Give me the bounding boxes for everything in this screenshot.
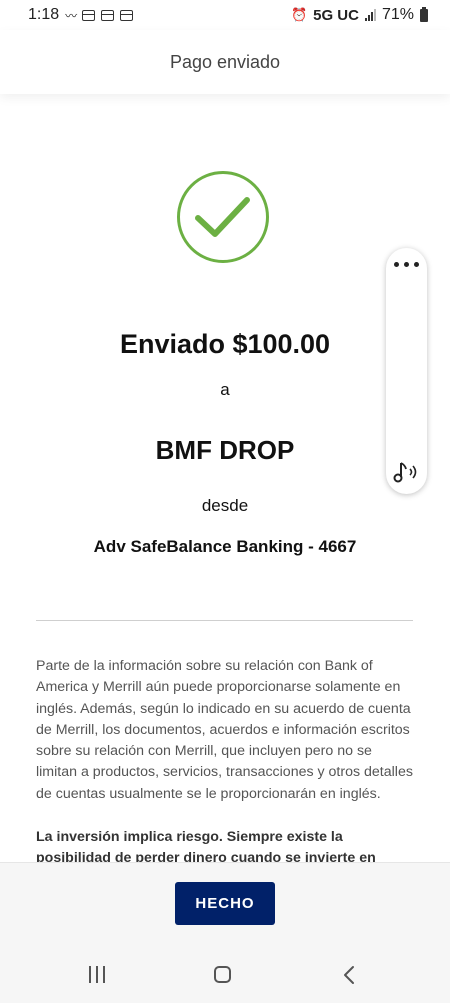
success-check-icon	[177, 171, 269, 263]
investment-risk-notice: La inversión implica riesgo. Siempre exi…	[36, 829, 376, 862]
page-title: Pago enviado	[169, 51, 281, 72]
source-account: Adv SafeBalance Banking - 4667	[93, 537, 357, 556]
status-right: ⏰ 5G UC 71%	[291, 6, 428, 24]
status-time: 1:18	[28, 6, 60, 23]
notification-icon	[120, 9, 134, 21]
status-bar: 1:18 〰 ⏰ 5G UC 71%	[0, 0, 450, 30]
battery-percent: 71%	[381, 6, 414, 23]
to-label: a	[220, 380, 230, 399]
recents-icon[interactable]	[89, 966, 105, 983]
footer: HECHO	[0, 862, 450, 952]
battery-icon	[420, 6, 428, 22]
signal-icon	[364, 9, 376, 21]
language-disclaimer: Parte de la información sobre su relació…	[36, 658, 413, 802]
notification-icon	[101, 9, 115, 21]
home-icon[interactable]	[214, 966, 231, 983]
floating-panel[interactable]	[386, 248, 427, 494]
wave-icon: 〰	[65, 8, 77, 23]
status-left: 1:18 〰	[28, 6, 134, 24]
confirmation-content: Enviado $100.00 a BMF DROP desde Adv Saf…	[0, 94, 450, 862]
alarm-icon: ⏰	[290, 7, 308, 22]
sent-amount: Enviado $100.00	[119, 329, 331, 359]
system-nav-bar	[0, 952, 450, 1003]
notification-icon	[82, 9, 96, 21]
from-label: desde	[201, 496, 249, 515]
back-icon[interactable]	[342, 964, 356, 986]
more-dots-icon[interactable]	[394, 262, 419, 267]
payee-name: BMF DROP	[155, 435, 295, 465]
done-button[interactable]: HECHO	[175, 882, 275, 925]
network-label: 5G UC	[313, 6, 359, 24]
page-header: Pago enviado	[0, 30, 450, 94]
audio-icon[interactable]	[393, 460, 421, 484]
divider	[36, 620, 413, 621]
